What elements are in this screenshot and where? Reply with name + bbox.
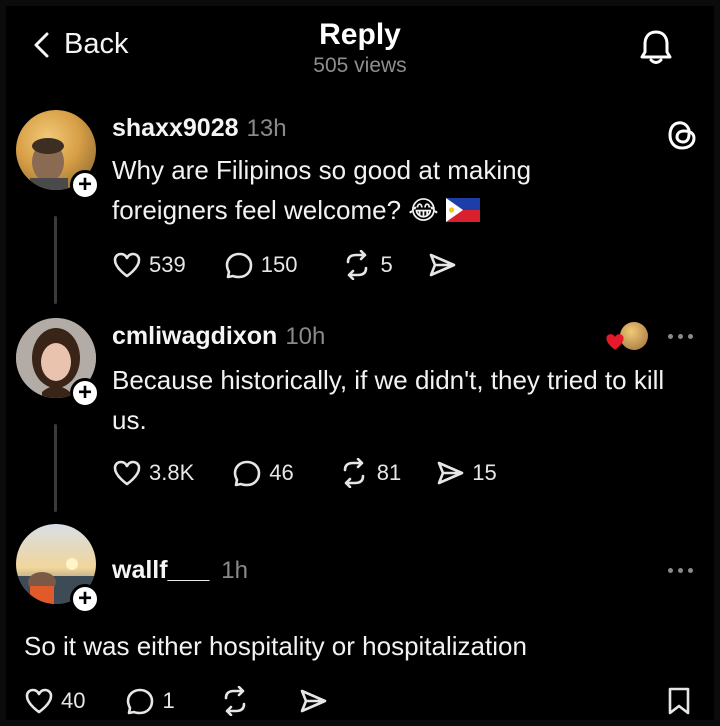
- repost-button[interactable]: [219, 686, 258, 716]
- share-icon: [300, 689, 327, 713]
- post-author[interactable]: shaxx9028 13h: [112, 114, 287, 143]
- share-button[interactable]: [298, 687, 335, 715]
- like-count: 3.8K: [149, 460, 195, 485]
- post-actions: 539 150 5: [112, 250, 464, 280]
- share-icon: [437, 461, 464, 485]
- reply-count: 1: [162, 688, 175, 713]
- post-text: Because historically, if we didn't, they…: [112, 365, 665, 435]
- reply-button[interactable]: 150: [224, 250, 298, 280]
- post-actions: 3.8K 46 81 15: [112, 458, 497, 488]
- post-text: So it was either hospitality or hospital…: [24, 631, 527, 661]
- comment-icon: [233, 460, 261, 487]
- like-count: 40: [61, 688, 86, 713]
- repost-count: 5: [380, 252, 393, 277]
- repost-icon: [343, 458, 365, 488]
- like-button[interactable]: 539: [112, 251, 186, 279]
- comment-icon: [127, 688, 154, 715]
- like-count: 539: [149, 252, 186, 277]
- view-count: 505 views: [313, 54, 407, 77]
- repost-button[interactable]: 81: [338, 458, 401, 488]
- like-button[interactable]: 3.8K: [112, 459, 194, 487]
- heart-icon: [25, 688, 53, 714]
- timestamp: 1h: [221, 557, 248, 584]
- timestamp: 10h: [285, 323, 326, 350]
- post-author[interactable]: cmliwagdixon 10h: [112, 322, 325, 351]
- more-icon[interactable]: [668, 568, 693, 573]
- reply-count: 46: [269, 460, 294, 485]
- screen: Back Reply 505 views + shaxx9028 13h Why …: [6, 6, 714, 720]
- reply-count: 150: [260, 252, 298, 277]
- share-count: 15: [472, 460, 497, 485]
- share-button[interactable]: 15: [435, 459, 497, 487]
- share-button[interactable]: [427, 251, 464, 279]
- thread-line: [54, 216, 57, 304]
- follow-plus-button[interactable]: +: [70, 584, 100, 614]
- reply-button[interactable]: 46: [232, 458, 294, 488]
- heart-icon: [113, 460, 141, 486]
- page-title: Reply: [319, 18, 401, 51]
- repost-icon: [347, 250, 368, 280]
- repost-icon: [224, 686, 246, 716]
- liked-by-author-indicator: [604, 322, 650, 354]
- bell-icon[interactable]: [639, 28, 673, 66]
- thread-line: [54, 424, 57, 512]
- comment-icon: [225, 252, 253, 279]
- post-reply: + cmliwagdixon 10h Because historically, …: [6, 314, 714, 514]
- repost-count: 81: [376, 460, 402, 485]
- reply-button[interactable]: 1: [125, 686, 175, 716]
- post-actions: 40 1: [24, 686, 335, 716]
- heart-icon: [113, 252, 141, 278]
- follow-plus-button[interactable]: +: [70, 170, 100, 200]
- post-reply: + wallf___ 1h So it was either hospitalit…: [6, 520, 714, 720]
- follow-plus-button[interactable]: +: [70, 378, 100, 408]
- post-original: + shaxx9028 13h Why are Filipinos so good…: [6, 106, 714, 306]
- like-button[interactable]: 40: [24, 687, 85, 715]
- username[interactable]: shaxx9028: [112, 114, 239, 142]
- timestamp: 13h: [246, 115, 287, 142]
- username[interactable]: wallf___: [112, 556, 209, 584]
- post-text: Why are Filipinos so good at making fore…: [112, 150, 562, 230]
- philippines-flag-icon: [445, 198, 480, 222]
- repost-button[interactable]: 5: [341, 250, 393, 280]
- heart-filled-icon: [606, 334, 624, 350]
- threads-logo-icon[interactable]: [666, 118, 698, 152]
- post-author[interactable]: wallf___ 1h: [112, 556, 248, 585]
- share-icon: [429, 253, 455, 277]
- username[interactable]: cmliwagdixon: [112, 322, 277, 350]
- bookmark-icon[interactable]: [666, 686, 692, 716]
- more-icon[interactable]: [668, 334, 693, 339]
